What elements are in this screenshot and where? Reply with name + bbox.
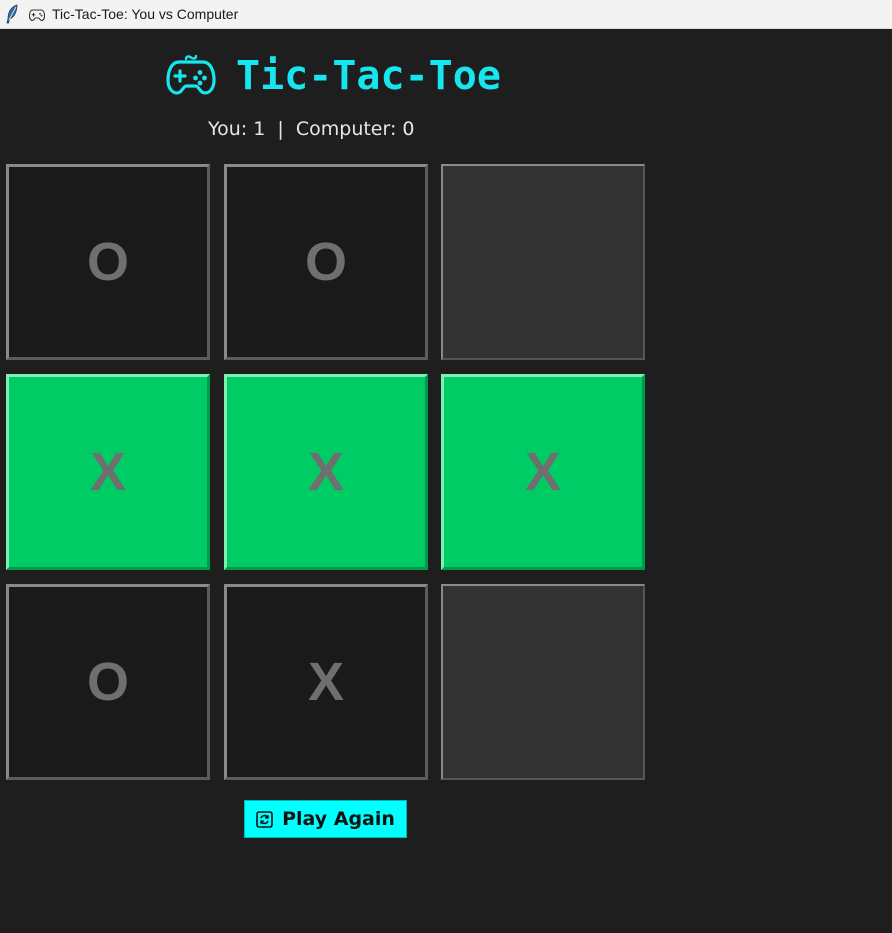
play-again-label: Play Again [282, 808, 395, 830]
score-separator: | [265, 118, 296, 140]
game-header: Tic-Tac-Toe [166, 51, 501, 101]
app-title: Tic-Tac-Toe [236, 53, 501, 99]
computer-score-label: Computer: [295, 118, 403, 140]
board-cell-8[interactable]: X [224, 584, 428, 780]
board-cell-6[interactable]: X [441, 374, 645, 570]
game-window: Tic-Tac-Toe You: 1 | Computer: 0 O O X X… [0, 29, 892, 933]
feather-icon [6, 4, 18, 24]
scoreboard: You: 1 | Computer: 0 [208, 118, 415, 140]
board-cell-9[interactable] [441, 584, 645, 780]
gamepad-icon [29, 9, 45, 22]
board-cell-2[interactable]: O [224, 164, 428, 360]
window-title: Tic-Tac-Toe: You vs Computer [52, 6, 239, 22]
board-cell-4[interactable]: X [6, 374, 210, 570]
player-score-label: You: [208, 118, 254, 140]
board-cell-3[interactable] [441, 164, 645, 360]
computer-score: 0 [402, 118, 415, 140]
refresh-icon [256, 810, 273, 828]
board-cell-5[interactable]: X [224, 374, 428, 570]
board-cell-1[interactable]: O [6, 164, 210, 360]
window-titlebar: Tic-Tac-Toe: You vs Computer [0, 0, 892, 29]
play-again-button[interactable]: Play Again [244, 800, 407, 838]
board-cell-7[interactable]: O [6, 584, 210, 780]
player-score: 1 [253, 118, 266, 140]
gamepad-icon [166, 55, 216, 95]
